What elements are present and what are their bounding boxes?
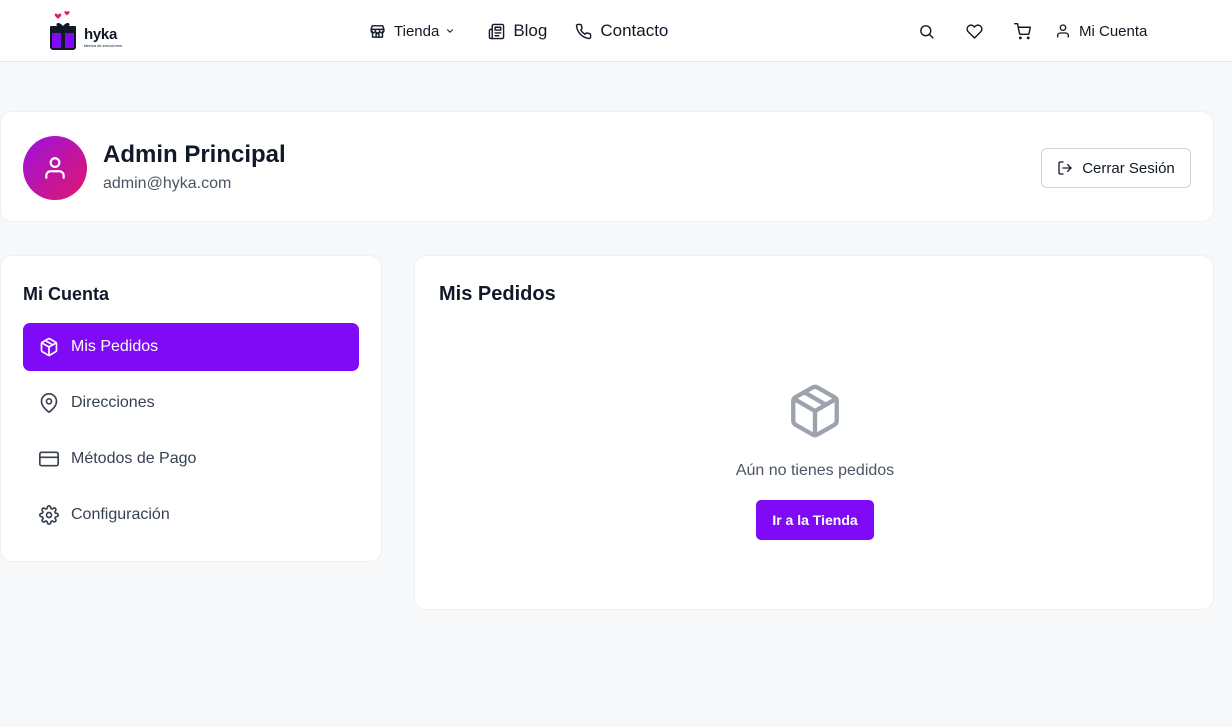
store-icon — [370, 24, 385, 38]
chevron-down-icon — [447, 29, 454, 33]
header-actions: Mi Cuenta — [917, 20, 1147, 42]
avatar — [23, 136, 87, 200]
search-button[interactable] — [917, 22, 935, 40]
map-pin-icon — [40, 393, 58, 413]
brand-tagline: fabrica de emociones — [84, 43, 123, 48]
sidebar-item-configuracion[interactable]: Configuración — [23, 491, 359, 539]
logout-button[interactable]: Cerrar Sesión — [1041, 148, 1191, 188]
profile-card: Admin Principal admin@hyka.com Cerrar Se… — [0, 111, 1214, 222]
newspaper-icon — [489, 23, 505, 39]
sidebar-item-direcciones[interactable]: Direcciones — [23, 379, 359, 427]
cart-button[interactable] — [1013, 22, 1031, 40]
profile-name: Admin Principal — [103, 141, 286, 168]
account-sidebar: Mi Cuenta Mis Pedidos Direcciones Método… — [0, 255, 382, 562]
user-icon — [45, 157, 65, 179]
orders-panel: Mis Pedidos Aún no tienes pedidos Ir a l… — [414, 255, 1214, 610]
brand-logo[interactable]: hyka fabrica de emociones — [48, 8, 138, 54]
brand-name: hyka — [84, 26, 117, 43]
page-title: Mis Pedidos — [439, 283, 556, 305]
sidebar-item-metodos-de-pago[interactable]: Métodos de Pago — [23, 435, 359, 483]
nav-contacto-label: Contacto — [600, 21, 669, 40]
go-to-shop-button[interactable]: Ir a la Tienda — [756, 500, 874, 540]
nav-contacto[interactable]: Contacto — [575, 21, 668, 41]
sidebar-item-label: Métodos de Pago — [71, 450, 197, 467]
sidebar-item-label: Configuración — [71, 506, 170, 523]
nav-blog[interactable]: Blog — [488, 21, 547, 41]
account-label: Mi Cuenta — [1079, 22, 1148, 40]
nav-tienda[interactable]: Tienda — [369, 23, 455, 40]
main-nav: Tienda Blog Contacto — [369, 19, 668, 43]
site-header: hyka fabrica de emociones Tienda Blog Co… — [0, 0, 1232, 62]
sidebar-item-label: Mis Pedidos — [71, 338, 159, 355]
gear-icon — [39, 505, 59, 525]
logout-label: Cerrar Sesión — [1082, 159, 1175, 177]
search-icon — [919, 24, 934, 39]
cart-icon — [1013, 22, 1031, 39]
user-icon — [1057, 24, 1069, 38]
credit-card-icon — [39, 451, 59, 467]
account-menu-button[interactable]: Mi Cuenta — [1055, 23, 1147, 40]
package-icon — [40, 337, 58, 357]
sidebar-item-mis-pedidos[interactable]: Mis Pedidos — [23, 323, 359, 371]
wishlist-button[interactable] — [965, 22, 983, 40]
logout-icon — [1058, 161, 1072, 175]
phone-icon — [576, 23, 592, 39]
gift-box-logo-icon — [50, 11, 76, 50]
nav-tienda-label: Tienda — [394, 22, 440, 40]
sidebar-item-label: Direcciones — [71, 394, 155, 411]
heart-icon — [965, 23, 983, 39]
package-icon — [791, 384, 839, 438]
profile-email: admin@hyka.com — [103, 175, 232, 192]
empty-state-text: Aún no tienes pedidos — [735, 462, 895, 479]
sidebar-title: Mi Cuenta — [23, 284, 110, 304]
nav-blog-label: Blog — [513, 21, 548, 40]
